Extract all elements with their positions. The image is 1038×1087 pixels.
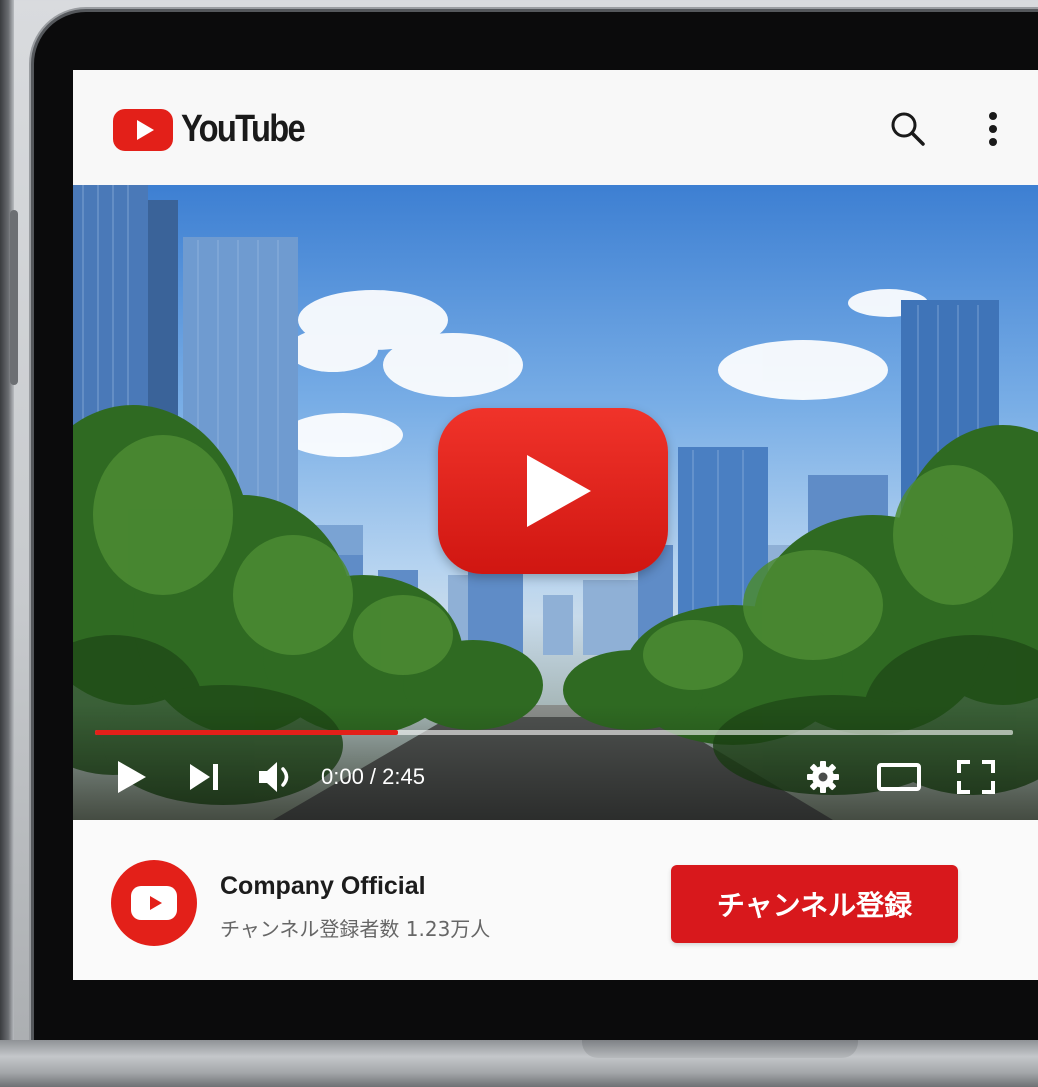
youtube-logo-text: YouTube — [181, 108, 306, 150]
fullscreen-button[interactable] — [953, 755, 999, 799]
youtube-play-icon — [131, 886, 177, 920]
more-vert-icon — [989, 112, 997, 146]
play-button[interactable] — [111, 755, 151, 799]
progress-bar[interactable] — [95, 730, 1013, 735]
time-display: 0:00 / 2:45 — [321, 764, 425, 789]
video-player[interactable]: 0:00 / 2:45 — [73, 185, 1038, 820]
laptop-base-notch — [582, 1040, 858, 1058]
laptop-base — [0, 1040, 1038, 1087]
big-play-button[interactable] — [438, 408, 668, 574]
device-side-button — [10, 210, 18, 385]
youtube-logo[interactable]: YouTube — [113, 108, 324, 151]
progress-bar-played — [95, 730, 398, 735]
device-edge — [0, 0, 14, 1087]
search-button[interactable] — [885, 106, 931, 152]
settings-button[interactable] — [801, 755, 845, 799]
more-options-button[interactable] — [970, 106, 1016, 152]
theater-mode-icon — [877, 763, 921, 791]
youtube-header: YouTube — [73, 70, 1038, 185]
theater-mode-button[interactable] — [873, 755, 925, 799]
subscribe-button[interactable]: チャンネル登録 — [671, 865, 958, 943]
channel-avatar[interactable] — [111, 860, 197, 946]
youtube-logo-icon — [113, 108, 173, 151]
settings-icon — [807, 761, 839, 793]
play-icon — [118, 761, 146, 793]
next-icon — [190, 764, 218, 790]
next-button[interactable] — [185, 755, 225, 799]
volume-icon — [259, 762, 289, 792]
channel-name[interactable]: Company Official — [220, 872, 426, 901]
youtube-screen: YouTube 0:00 / 2:45 Company Official チャン… — [73, 70, 1038, 980]
fullscreen-icon — [957, 760, 995, 794]
volume-button[interactable] — [255, 755, 301, 799]
subscriber-count: チャンネル登録者数 1.23万人 — [220, 917, 491, 941]
play-icon — [527, 455, 591, 527]
search-icon — [891, 112, 925, 146]
